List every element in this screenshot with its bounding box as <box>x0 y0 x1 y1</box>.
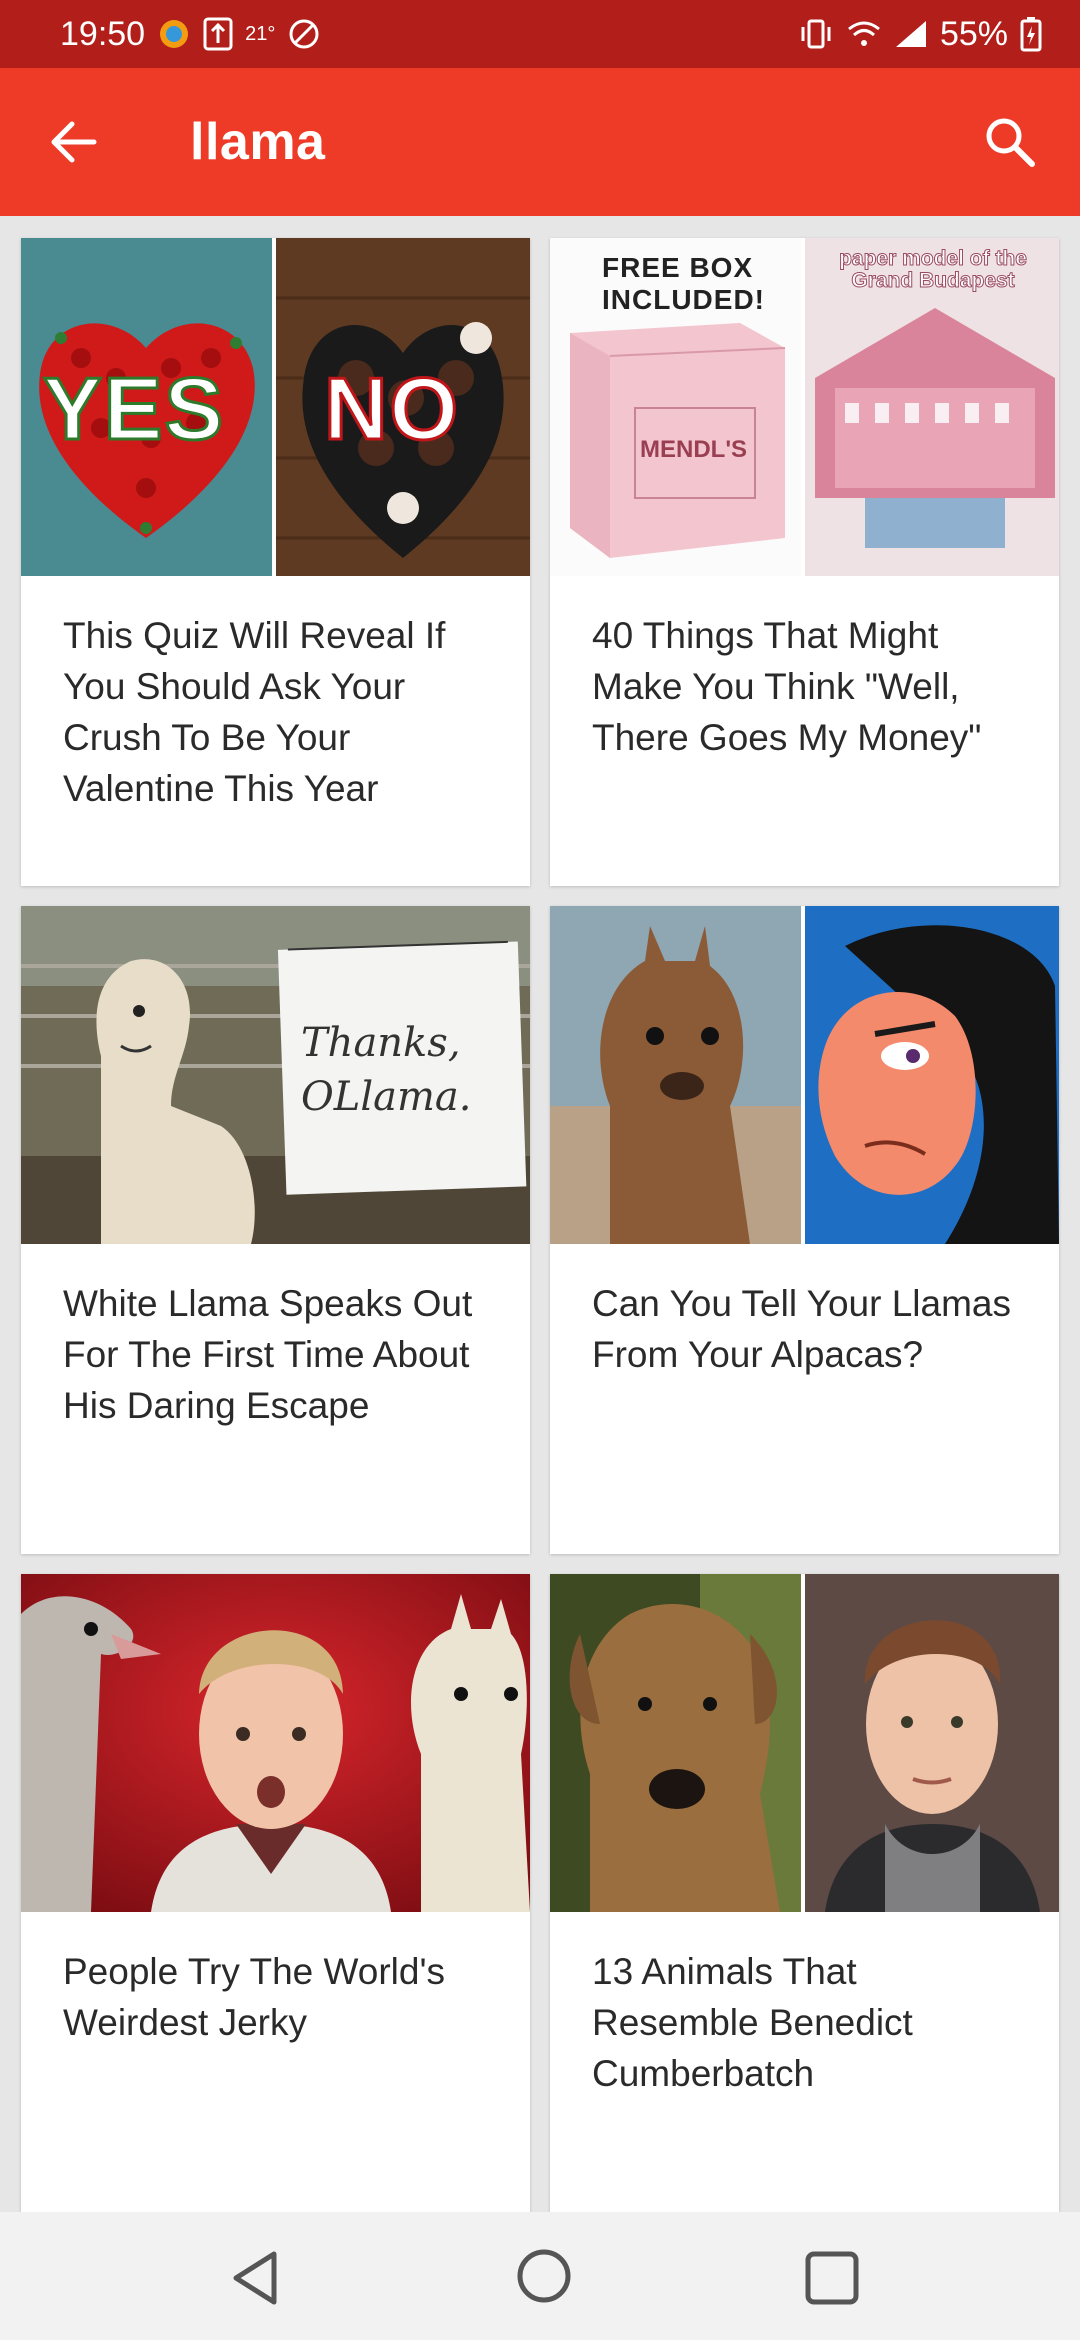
pink-box-image: FREE BOX INCLUDED! MENDL'S <box>550 238 801 576</box>
article-card[interactable]: Can You Tell Your Llamas From Your Alpac… <box>550 906 1059 1554</box>
sign-text: Thanks, OLlama. <box>301 1020 472 1120</box>
benedict-cumberbatch-image <box>805 1574 1059 1912</box>
app-bar: llama <box>0 68 1080 216</box>
article-card[interactable]: People Try The World's Weirdest Jerky <box>21 1574 530 2212</box>
browser-notification-icon <box>157 17 191 51</box>
article-thumbnail[interactable]: YES NO <box>21 238 530 576</box>
nav-back-icon[interactable] <box>226 2248 286 2308</box>
article-thumbnail[interactable]: FREE BOX INCLUDED! MENDL'S paper model o… <box>550 238 1059 576</box>
status-battery-percent: 55% <box>939 14 1008 53</box>
article-headline[interactable]: People Try The World's Weirdest Jerky <box>63 1946 493 2048</box>
nav-home-icon[interactable] <box>514 2246 574 2306</box>
jerky-reaction-image <box>21 1574 530 1912</box>
article-thumbnail[interactable]: Thanks, OLlama. <box>21 906 530 1244</box>
article-headline[interactable]: 13 Animals That Resemble Benedict Cumber… <box>592 1946 1022 2099</box>
chocolates-heart-image: NO <box>276 238 530 576</box>
article-card[interactable]: FREE BOX INCLUDED! MENDL'S paper model o… <box>550 238 1059 886</box>
status-time: 19:50 <box>60 14 146 53</box>
status-temperature: 21° <box>245 22 276 45</box>
article-thumbnail[interactable] <box>550 1574 1059 1912</box>
nav-recents-icon[interactable] <box>802 2248 862 2308</box>
hotel-model-image: paper model of the Grand Budapest <box>805 238 1059 576</box>
roses-heart-image: YES <box>21 238 272 576</box>
system-navigation-bar <box>0 2212 1080 2340</box>
yes-label: YES <box>41 358 226 460</box>
no-label: NO <box>323 358 460 460</box>
status-bar: 19:50 21° 55% <box>0 0 1080 68</box>
usb-icon <box>203 17 233 51</box>
article-card[interactable]: Thanks, OLlama. White Llama Speaks Out F… <box>21 906 530 1554</box>
do-not-disturb-icon <box>287 17 321 51</box>
article-thumbnail[interactable] <box>550 906 1059 1244</box>
article-card[interactable]: YES NO This Quiz Will Reveal If You Shou… <box>21 238 530 886</box>
article-grid: YES NO This Quiz Will Reveal If You Shou… <box>0 216 1080 2212</box>
article-headline[interactable]: This Quiz Will Reveal If You Should Ask … <box>63 610 493 814</box>
brown-alpaca-image <box>550 906 801 1244</box>
battery-charging-icon <box>1020 16 1042 52</box>
article-headline[interactable]: Can You Tell Your Llamas From Your Alpac… <box>592 1278 1022 1380</box>
search-icon[interactable] <box>980 112 1040 172</box>
vibrate-icon <box>798 17 834 51</box>
dog-image <box>550 1574 801 1912</box>
back-arrow-icon[interactable] <box>46 114 102 170</box>
page-title: llama <box>190 113 326 171</box>
article-card[interactable]: 13 Animals That Resemble Benedict Cumber… <box>550 1574 1059 2212</box>
kuzco-llama-image <box>805 906 1059 1244</box>
model-caption: paper model of the Grand Budapest <box>839 247 1028 292</box>
box-brand-label: MENDL'S <box>640 436 748 463</box>
wifi-icon <box>846 19 882 49</box>
signal-icon <box>894 19 928 49</box>
free-box-label: FREE BOX INCLUDED! <box>602 252 765 315</box>
article-headline[interactable]: White Llama Speaks Out For The First Tim… <box>63 1278 493 1431</box>
article-thumbnail[interactable] <box>21 1574 530 1912</box>
article-headline[interactable]: 40 Things That Might Make You Think "Wel… <box>592 610 1022 763</box>
